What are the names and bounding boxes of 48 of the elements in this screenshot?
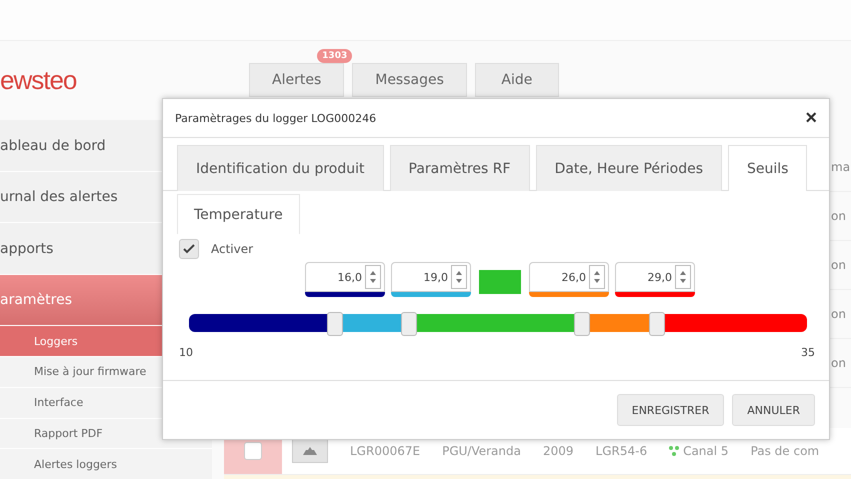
tab[interactable]: Date, Heure Périodes (536, 145, 722, 191)
number-field[interactable]: 29,0 (615, 262, 695, 292)
nav-button[interactable]: Aide (474, 63, 559, 97)
slider-handle[interactable] (649, 312, 666, 336)
table-cell-text: on (831, 356, 847, 370)
spinner-arrows-icon[interactable] (455, 269, 463, 285)
table-cell-text: on (831, 258, 847, 272)
spinner-arrows-icon[interactable] (679, 269, 687, 285)
signal-icon (669, 446, 680, 456)
slider-handle[interactable] (327, 312, 344, 336)
logger-button[interactable] (292, 439, 328, 463)
spinner-arrows-icon[interactable] (593, 269, 601, 285)
close-button[interactable]: × (805, 108, 817, 128)
number-value: 19,0 (422, 270, 449, 284)
check-icon (183, 244, 195, 254)
row-checkbox[interactable] (244, 442, 262, 460)
table-cell: Canal 5 (669, 444, 729, 458)
checkbox-label: Activer (211, 242, 254, 256)
checkbox[interactable] (179, 239, 199, 259)
spinner-arrows-icon[interactable] (369, 269, 377, 285)
number-field[interactable]: 19,0 (391, 262, 471, 292)
tab[interactable]: Seuils (728, 145, 808, 191)
nav-button[interactable]: Messages (352, 63, 467, 97)
table-cell-text: on (831, 307, 847, 321)
table-cell: LGR00067E (350, 444, 420, 458)
table-cell: ma (831, 160, 851, 174)
nav-button[interactable]: Alertes (249, 63, 344, 97)
save-button[interactable]: ENREGISTRER (616, 394, 724, 426)
number-value: 26,0 (560, 270, 587, 284)
slider-handle[interactable] (574, 312, 590, 336)
count-badge: 1303 (317, 49, 352, 63)
cancel-button[interactable]: ANNULER (732, 394, 815, 426)
tab[interactable]: Paramètres RF (390, 145, 530, 191)
number-value: 16,0 (336, 270, 363, 284)
scale-max: 35 (801, 346, 815, 359)
logo: ewsteo (0, 65, 76, 96)
number-value: 29,0 (646, 270, 673, 284)
slider-handle[interactable] (401, 312, 418, 336)
table-cell: PGU/Veranda (442, 444, 521, 458)
table-cell: 2009 (542, 444, 574, 458)
number-field[interactable]: 16,0 (305, 262, 385, 292)
table-cell: Pas de com (750, 444, 820, 458)
table-cell-text: on (831, 209, 847, 223)
number-field[interactable]: 26,0 (529, 262, 609, 292)
tab[interactable]: Identification du produit (177, 145, 384, 191)
subtab[interactable]: Temperature (177, 194, 300, 234)
table-cell: LGR54-6 (596, 444, 648, 458)
scale-min: 10 (179, 346, 193, 359)
